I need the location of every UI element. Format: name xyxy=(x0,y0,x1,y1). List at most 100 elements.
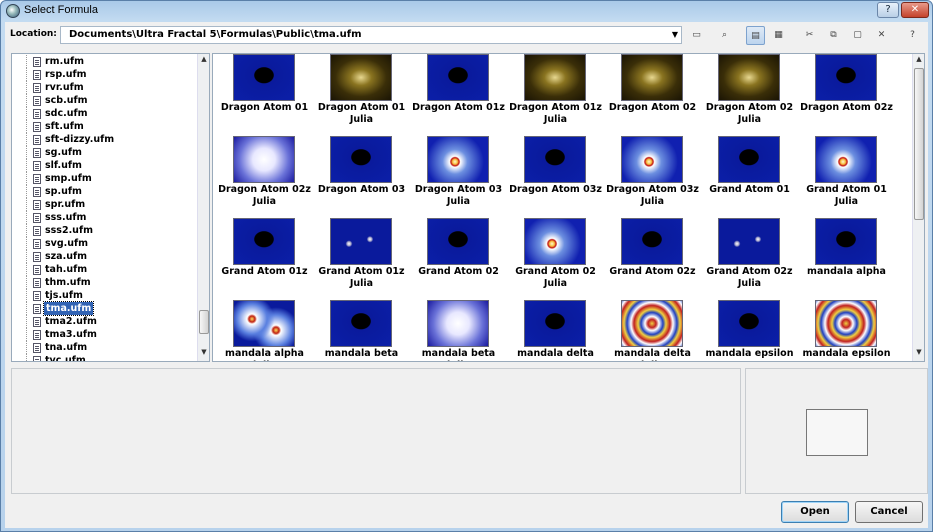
tree-item-label: rsp.ufm xyxy=(45,69,87,80)
formula-caption: mandala epsilon xyxy=(798,348,895,360)
formula-item[interactable]: mandala alpha julia xyxy=(216,300,313,361)
tree-item[interactable]: rsp.ufm xyxy=(12,68,195,81)
tree-item-label: spr.ufm xyxy=(45,199,86,210)
file-icon xyxy=(33,239,41,249)
tree-item[interactable]: slf.ufm xyxy=(12,159,195,172)
caption-line: Dragon Atom 01 xyxy=(220,102,309,113)
tree-item[interactable]: svg.ufm xyxy=(12,237,195,250)
formula-item[interactable]: mandala alpha xyxy=(798,218,895,300)
open-button[interactable]: Open xyxy=(781,501,849,523)
tree-item[interactable]: tma.ufm xyxy=(12,301,195,316)
scroll-down-icon[interactable]: ▼ xyxy=(913,348,924,360)
folder-icon[interactable]: ▭ xyxy=(687,26,706,45)
small-icons-view-icon[interactable]: ▦ xyxy=(769,26,788,45)
formula-thumbnail-grid[interactable]: Dragon Atom 01 Dragon Atom 01 Julia Dragon … xyxy=(212,53,925,362)
fractal-thumbnail xyxy=(621,300,683,347)
formula-item[interactable]: Grand Atom 02z xyxy=(604,218,701,300)
tree-guide-line xyxy=(26,107,27,120)
tree-item[interactable]: scb.ufm xyxy=(12,94,195,107)
find-icon[interactable]: ⌕ xyxy=(715,26,734,45)
location-combo[interactable]: Documents\Ultra Fractal 5\Formulas\Publi… xyxy=(60,26,682,44)
formula-item[interactable]: Dragon Atom 02 xyxy=(604,54,701,136)
fractal-thumbnail xyxy=(233,218,295,265)
help-icon[interactable]: ? xyxy=(903,26,922,45)
fractal-thumbnail xyxy=(330,54,392,101)
tree-item[interactable]: tma2.ufm xyxy=(12,315,195,328)
file-icon xyxy=(33,174,41,184)
tree-item[interactable]: spr.ufm xyxy=(12,198,195,211)
formula-item[interactable]: Dragon Atom 01z xyxy=(410,54,507,136)
formula-item[interactable]: Dragon Atom 01z Julia xyxy=(507,54,604,136)
caption-line: Dragon Atom 03 xyxy=(317,184,406,195)
cut-icon[interactable]: ✂ xyxy=(800,26,819,45)
tree-item[interactable]: rm.ufm xyxy=(12,55,195,68)
formula-item[interactable]: Dragon Atom 01 xyxy=(216,54,313,136)
tree-item[interactable]: sp.ufm xyxy=(12,185,195,198)
formula-caption: mandala beta julia xyxy=(410,348,507,361)
tree-guide-line xyxy=(26,133,27,146)
large-icons-view-icon[interactable]: ▤ xyxy=(746,26,765,45)
tree-item[interactable]: tah.ufm xyxy=(12,263,195,276)
cancel-button[interactable]: Cancel xyxy=(855,501,923,523)
tree-item[interactable]: smp.ufm xyxy=(12,172,195,185)
tree-item[interactable]: rvr.ufm xyxy=(12,81,195,94)
title-close-button[interactable]: ✕ xyxy=(901,2,929,18)
formula-item[interactable]: Dragon Atom 03 Julia xyxy=(410,136,507,218)
title-help-button[interactable]: ? xyxy=(877,2,899,18)
formula-item[interactable]: Dragon Atom 02 Julia xyxy=(701,54,798,136)
tree-item[interactable]: sdc.ufm xyxy=(12,107,195,120)
tree-item-label: tma3.ufm xyxy=(45,329,97,340)
scroll-down-icon[interactable]: ▼ xyxy=(198,348,209,360)
formula-item[interactable]: Dragon Atom 01 Julia xyxy=(313,54,410,136)
formula-item[interactable]: Grand Atom 02 xyxy=(410,218,507,300)
formula-item[interactable]: Grand Atom 02 Julia xyxy=(507,218,604,300)
formula-item[interactable]: Grand Atom 01z xyxy=(216,218,313,300)
formula-item[interactable]: mandala delta julia xyxy=(604,300,701,361)
scroll-up-icon[interactable]: ▲ xyxy=(913,55,924,67)
caption-line: Dragon Atom 01z xyxy=(412,102,505,113)
tree-item[interactable]: tjs.ufm xyxy=(12,289,195,302)
formula-caption: Grand Atom 02 xyxy=(410,266,507,278)
tree-guide-line xyxy=(26,198,27,211)
formula-file-tree[interactable]: rm.ufm rsp.ufm rvr.ufm scb.ufm sdc.ufm sft.uf… xyxy=(11,53,210,362)
formula-item[interactable]: Dragon Atom 03z xyxy=(507,136,604,218)
copy-icon[interactable]: ⧉ xyxy=(824,26,843,45)
tree-item[interactable]: sss2.ufm xyxy=(12,224,195,237)
chevron-down-icon[interactable]: ▼ xyxy=(672,27,678,43)
tree-item[interactable]: tma3.ufm xyxy=(12,328,195,341)
tree-item-label: sza.ufm xyxy=(45,251,87,262)
formula-item[interactable]: Grand Atom 01z Julia xyxy=(313,218,410,300)
formula-item[interactable]: Grand Atom 02z Julia xyxy=(701,218,798,300)
tree-scrollbar[interactable]: ▲ ▼ xyxy=(197,54,209,361)
formula-item[interactable]: Dragon Atom 03 xyxy=(313,136,410,218)
formula-item[interactable]: Dragon Atom 02z Julia xyxy=(216,136,313,218)
tree-item[interactable]: sft-dizzy.ufm xyxy=(12,133,195,146)
formula-item[interactable]: Grand Atom 01 Julia xyxy=(798,136,895,218)
formula-item[interactable]: Grand Atom 01 xyxy=(701,136,798,218)
formula-item[interactable]: mandala epsilon xyxy=(798,300,895,361)
formula-item[interactable]: mandala beta julia xyxy=(410,300,507,361)
tree-item[interactable]: sft.ufm xyxy=(12,120,195,133)
tree-item[interactable]: tvc.ufm xyxy=(12,354,195,361)
tree-scroll-thumb[interactable] xyxy=(199,310,209,334)
tree-item[interactable]: sss.ufm xyxy=(12,211,195,224)
tree-item[interactable]: sza.ufm xyxy=(12,250,195,263)
delete-icon[interactable]: ✕ xyxy=(872,26,891,45)
formula-item[interactable]: Dragon Atom 02z xyxy=(798,54,895,136)
paste-icon[interactable]: ▢ xyxy=(848,26,867,45)
tree-item[interactable]: sg.ufm xyxy=(12,146,195,159)
scroll-up-icon[interactable]: ▲ xyxy=(198,55,209,67)
file-icon xyxy=(33,356,41,361)
formula-item[interactable]: mandala beta xyxy=(313,300,410,361)
title-bar[interactable]: Select Formula ? ✕ xyxy=(1,1,932,21)
formula-item[interactable]: mandala epsilon xyxy=(701,300,798,361)
grid-scrollbar[interactable]: ▲ ▼ xyxy=(912,54,924,361)
formula-item[interactable]: Dragon Atom 03z Julia xyxy=(604,136,701,218)
formula-item[interactable]: mandala delta xyxy=(507,300,604,361)
tree-item-label: tma.ufm xyxy=(42,301,95,316)
tree-item[interactable]: tna.ufm xyxy=(12,341,195,354)
caption-line: Dragon Atom 02 xyxy=(705,102,794,113)
tree-item[interactable]: thm.ufm xyxy=(12,276,195,289)
caption-line: Julia xyxy=(543,114,568,125)
grid-scroll-thumb[interactable] xyxy=(914,68,924,220)
